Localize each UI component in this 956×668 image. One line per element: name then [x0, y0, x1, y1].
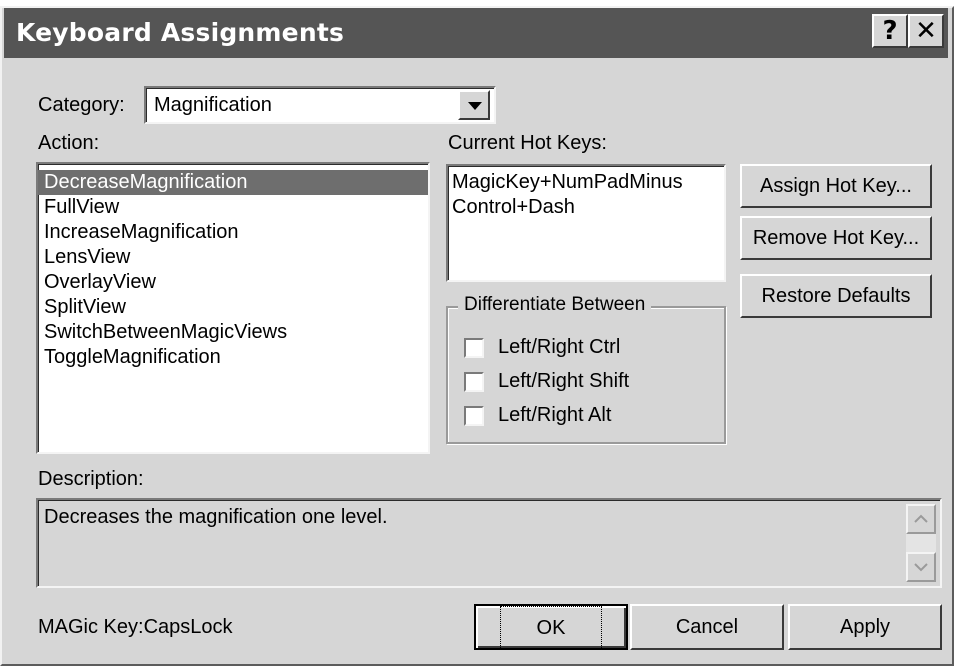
remove-hotkey-label: Remove Hot Key...: [752, 227, 920, 249]
hotkey-items: MagicKey+NumPadMinus Control+Dash: [448, 170, 724, 220]
hotkeys-list[interactable]: MagicKey+NumPadMinus Control+Dash: [446, 164, 726, 282]
action-label: Action:: [38, 132, 100, 154]
chevron-down-icon: [468, 102, 482, 110]
ok-label: OK: [499, 606, 603, 650]
window-title: Keyboard Assignments: [16, 18, 345, 47]
category-label: Category:: [38, 94, 125, 116]
shift-checkbox-label: Left/Right Shift: [498, 370, 630, 392]
action-list-item[interactable]: OverlayView: [38, 270, 428, 295]
hotkeys-label: Current Hot Keys:: [448, 132, 607, 154]
hotkey-list-item[interactable]: MagicKey+NumPadMinus: [448, 170, 724, 195]
action-list-item[interactable]: IncreaseMagnification: [38, 220, 428, 245]
alt-checkbox-label: Left/Right Alt: [498, 404, 612, 426]
action-list-item[interactable]: LensView: [38, 245, 428, 270]
scroll-up-button[interactable]: [906, 504, 936, 534]
apply-label: Apply: [839, 616, 891, 638]
description-label: Description:: [38, 468, 144, 490]
scroll-down-icon: [914, 563, 928, 572]
category-value: Magnification: [154, 94, 272, 116]
assign-hotkey-label: Assign Hot Key...: [760, 175, 912, 197]
action-list-item[interactable]: DecreaseMagnification: [38, 170, 428, 195]
scroll-down-button[interactable]: [906, 552, 936, 582]
apply-button[interactable]: Apply: [788, 604, 942, 650]
category-dropdown-button[interactable]: [458, 90, 490, 120]
description-scrollbar[interactable]: [906, 504, 936, 582]
action-list-item[interactable]: SplitView: [38, 295, 428, 320]
cancel-label: Cancel: [675, 616, 739, 638]
cancel-button[interactable]: Cancel: [630, 604, 784, 650]
magic-key-status: MAGic Key:CapsLock: [38, 616, 233, 638]
assign-hotkey-button[interactable]: Assign Hot Key...: [740, 164, 932, 208]
action-list-item[interactable]: FullView: [38, 195, 428, 220]
description-text: Decreases the magnification one level.: [44, 506, 388, 528]
category-select[interactable]: Magnification: [144, 86, 496, 124]
alt-checkbox[interactable]: [464, 406, 484, 426]
description-box: Decreases the magnification one level.: [36, 498, 942, 588]
hotkey-list-item[interactable]: Control+Dash: [448, 195, 724, 220]
action-list-item[interactable]: SwitchBetweenMagicViews: [38, 320, 428, 345]
action-items: DecreaseMagnification FullView IncreaseMag…: [38, 170, 428, 370]
shift-checkbox[interactable]: [464, 372, 484, 392]
title-bar[interactable]: Keyboard Assignments ? ✕: [4, 8, 948, 58]
ok-button[interactable]: OK: [474, 604, 628, 650]
help-button[interactable]: ?: [872, 14, 908, 48]
restore-defaults-button[interactable]: Restore Defaults: [740, 274, 932, 318]
differentiate-group: Differentiate Between Left/Right Ctrl Le…: [446, 294, 726, 444]
help-icon: ?: [882, 16, 898, 46]
ctrl-checkbox[interactable]: [464, 338, 484, 358]
action-list[interactable]: DecreaseMagnification FullView IncreaseMag…: [36, 162, 430, 454]
close-icon: ✕: [915, 16, 937, 46]
scroll-up-icon: [914, 514, 928, 523]
action-list-item[interactable]: ToggleMagnification: [38, 345, 428, 370]
differentiate-title: Differentiate Between: [458, 294, 652, 316]
remove-hotkey-button[interactable]: Remove Hot Key...: [740, 216, 932, 260]
restore-defaults-label: Restore Defaults: [761, 285, 911, 307]
ctrl-checkbox-label: Left/Right Ctrl: [498, 336, 621, 358]
close-button[interactable]: ✕: [908, 14, 944, 48]
